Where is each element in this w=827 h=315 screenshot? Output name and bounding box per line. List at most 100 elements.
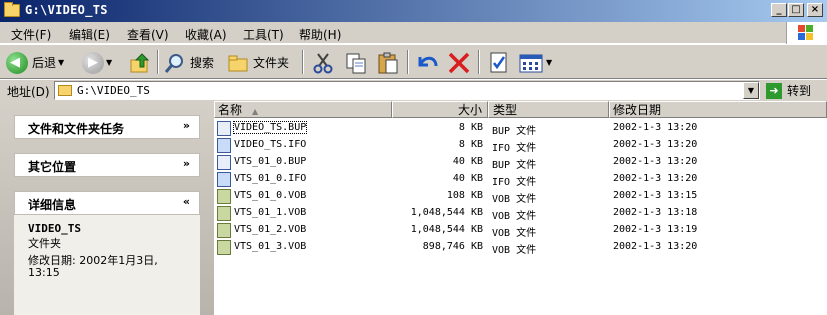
file-date: 2002-1-3 13:15 — [613, 190, 698, 201]
views-button[interactable]: ▼ — [518, 49, 552, 76]
go-label: 转到 — [787, 84, 812, 98]
folder-icon — [58, 85, 72, 96]
file-size: 108 KB — [446, 190, 483, 201]
toolbar-separator — [407, 50, 409, 74]
file-name: VTS_01_2.VOB — [234, 224, 307, 235]
forward-arrow-icon: ▶ — [82, 51, 104, 74]
chevron-double-down-icon[interactable]: » — [183, 119, 190, 132]
go-button[interactable]: ➜ 转到 — [766, 81, 811, 100]
column-size-label: 大小 — [457, 103, 482, 117]
file-size: 1,048,544 KB — [410, 224, 483, 235]
up-folder-icon — [130, 52, 150, 72]
file-row[interactable]: VTS_01_0.VOB 108 KB VOB 文件 2002-1-3 13:15 — [214, 188, 827, 205]
column-name-label: 名称 — [218, 103, 243, 117]
file-row[interactable]: VTS_01_0.BUP 40 KB BUP 文件 2002-1-3 13:20 — [214, 154, 827, 171]
minimize-button[interactable]: _ — [771, 3, 787, 17]
title-bar: G:\VIDEO_TS _ □ × — [0, 0, 827, 22]
file-row[interactable]: VTS_01_3.VOB 898,746 KB VOB 文件 2002-1-3 13:… — [214, 239, 827, 256]
paste-icon — [378, 52, 398, 73]
folder-icon — [4, 2, 20, 17]
properties-icon — [490, 52, 507, 72]
menu-favorites[interactable]: 收藏(A) — [185, 26, 227, 43]
file-row[interactable]: VTS_01_1.VOB 1,048,544 KB VOB 文件 2002-1-3 1… — [214, 205, 827, 222]
file-name: VTS_01_0.VOB — [234, 190, 307, 201]
column-header-date[interactable]: 修改日期 — [609, 101, 827, 118]
column-type-label: 类型 — [493, 103, 518, 117]
file-size: 40 KB — [452, 173, 483, 184]
address-dropdown-button[interactable]: ▼ — [743, 82, 759, 99]
toolbar-separator — [302, 50, 304, 74]
folders-button[interactable]: 文件夹 — [227, 49, 289, 76]
cut-button[interactable] — [311, 49, 335, 76]
chevron-down-icon[interactable]: ▼ — [106, 58, 112, 67]
menu-edit[interactable]: 编辑(E) — [69, 26, 110, 43]
menu-tools[interactable]: 工具(T) — [243, 26, 284, 43]
file-date: 2002-1-3 13:20 — [613, 156, 698, 167]
vob-file-icon — [217, 206, 231, 221]
file-type: IFO 文件 — [492, 143, 537, 154]
details-panel-body: VIDEO_TS 文件夹 修改日期: 2002年1月3日, 13:15 — [14, 215, 200, 315]
detail-name: VIDEO_TS — [28, 222, 81, 235]
address-input[interactable]: G:\VIDEO_TS ▼ — [54, 81, 760, 100]
menu-view[interactable]: 查看(V) — [127, 26, 169, 43]
file-row[interactable]: VTS_01_2.VOB 1,048,544 KB VOB 文件 2002-1-3 1… — [214, 222, 827, 239]
bup-file-icon — [217, 155, 231, 170]
file-date: 2002-1-3 13:19 — [613, 224, 698, 235]
file-row[interactable]: VIDEO_TS.IFO 8 KB IFO 文件 2002-1-3 13:20 — [214, 137, 827, 154]
copy-icon — [346, 53, 366, 73]
chevron-double-up-icon[interactable]: « — [183, 195, 190, 208]
windows-logo — [786, 22, 827, 44]
detail-modified-time: 13:15 — [28, 266, 60, 279]
chevron-double-down-icon[interactable]: » — [183, 157, 190, 170]
column-header-name[interactable]: 名称 ▲ — [214, 101, 392, 118]
detail-type: 文件夹 — [28, 237, 61, 250]
file-row[interactable]: VIDEO_TS.BUP 8 KB BUP 文件 2002-1-3 13:20 — [214, 120, 827, 137]
chevron-down-icon[interactable]: ▼ — [546, 58, 552, 67]
sort-ascending-icon: ▲ — [252, 107, 259, 116]
properties-button[interactable] — [487, 49, 511, 76]
file-tasks-panel-header[interactable]: 文件和文件夹任务 » — [14, 115, 200, 139]
file-row[interactable]: VTS_01_0.IFO 40 KB IFO 文件 2002-1-3 13:20 — [214, 171, 827, 188]
file-type: VOB 文件 — [492, 245, 537, 256]
up-button[interactable] — [128, 49, 152, 76]
close-button[interactable]: × — [807, 3, 823, 17]
file-type: IFO 文件 — [492, 177, 537, 188]
copy-button[interactable] — [344, 49, 368, 76]
maximize-button[interactable]: □ — [788, 3, 804, 17]
file-size: 40 KB — [452, 156, 483, 167]
details-panel-header[interactable]: 详细信息 « — [14, 191, 200, 215]
file-date: 2002-1-3 13:20 — [613, 139, 698, 150]
vob-file-icon — [217, 223, 231, 238]
bup-file-icon — [217, 121, 231, 136]
views-icon — [519, 54, 543, 72]
chevron-down-icon[interactable]: ▼ — [58, 58, 64, 67]
file-type: VOB 文件 — [492, 194, 537, 205]
ifo-file-icon — [217, 172, 231, 187]
file-name: VIDEO_TS.IFO — [234, 139, 307, 150]
menu-help[interactable]: 帮助(H) — [299, 26, 341, 43]
file-name: VTS_01_0.IFO — [234, 173, 307, 184]
paste-button[interactable] — [376, 49, 400, 76]
file-size: 1,048,544 KB — [410, 207, 483, 218]
file-name: VIDEO_TS.BUP — [232, 121, 308, 134]
toolbar: ◀ 后退 ▼ ▶ ▼ 搜索 文件夹 ▼ — [0, 44, 827, 79]
file-date: 2002-1-3 13:20 — [613, 122, 698, 133]
go-arrow-icon: ➜ — [766, 82, 782, 99]
other-places-panel-header[interactable]: 其它位置 » — [14, 153, 200, 177]
delete-button[interactable] — [447, 49, 471, 76]
search-button[interactable]: 搜索 — [164, 49, 214, 76]
undo-button[interactable] — [414, 49, 440, 76]
back-label: 后退 — [32, 56, 57, 70]
ifo-file-icon — [217, 138, 231, 153]
file-type: VOB 文件 — [492, 228, 537, 239]
column-header-type[interactable]: 类型 — [488, 101, 609, 118]
address-value: G:\VIDEO_TS — [77, 84, 150, 97]
folders-label: 文件夹 — [253, 56, 290, 70]
search-label: 搜索 — [190, 56, 215, 70]
menu-file[interactable]: 文件(F) — [11, 26, 51, 43]
column-header-size[interactable]: 大小 — [392, 101, 488, 118]
file-name: VTS_01_1.VOB — [234, 207, 307, 218]
forward-button[interactable]: ▶ ▼ — [82, 49, 112, 76]
address-label: 地址(D) — [7, 85, 50, 99]
back-button[interactable]: ◀ 后退 ▼ — [6, 49, 64, 76]
